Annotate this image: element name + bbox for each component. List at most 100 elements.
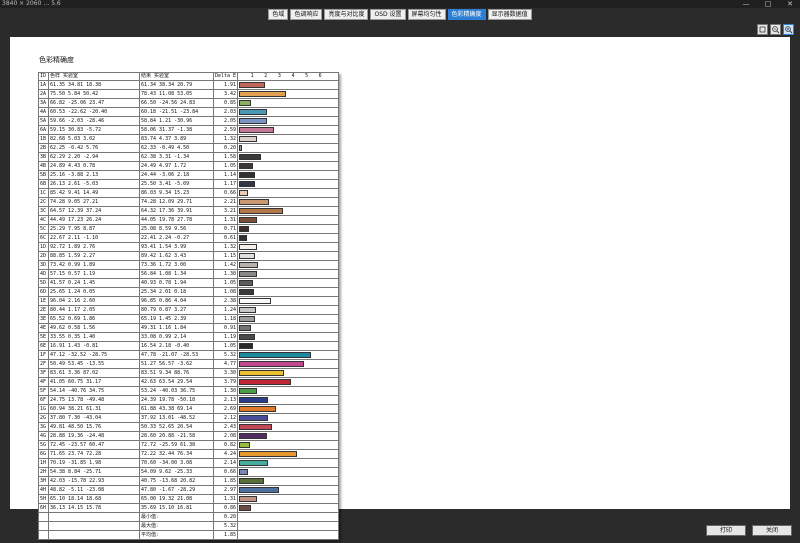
patch-id: 1E xyxy=(38,296,49,306)
zoom-in-icon[interactable] xyxy=(783,24,794,35)
delta-e-bar xyxy=(239,397,269,403)
patch-id: 1F xyxy=(38,350,49,360)
delta-e-bar xyxy=(239,505,251,511)
zoom-fit-icon[interactable] xyxy=(757,24,768,35)
delta-e-value: 1.32 xyxy=(212,242,239,252)
delta-e-value: 1.05 xyxy=(212,278,239,288)
print-button[interactable]: 打印 xyxy=(706,525,746,536)
patch-id: 5E xyxy=(38,332,49,342)
summary-row: 最小值： 0.20 xyxy=(38,512,340,522)
delta-e-value: 0.86 xyxy=(212,503,239,513)
table-row: 4F 41.05 60.75 31.17 42.63 63.54 29.54 3.79 xyxy=(38,377,340,387)
delta-e-value: 3.21 xyxy=(212,206,239,216)
delta-e-bar-cell xyxy=(237,161,340,171)
measured-lab: 53.24 -40.03 36.75 xyxy=(139,386,214,396)
delta-e-bar-cell xyxy=(237,278,340,288)
patch-id: 5B xyxy=(38,170,49,180)
maximize-icon[interactable]: □ xyxy=(758,0,778,8)
measured-lab: 58.84 1.21 -30.96 xyxy=(139,116,214,126)
patch-id: 1C xyxy=(38,188,49,198)
delta-e-bar-cell xyxy=(237,305,340,315)
tab-3[interactable]: 亮度与对比度 xyxy=(324,9,369,20)
delta-e-bar-cell xyxy=(237,350,340,360)
reference-lab: 48.82 -5.11 -23.08 xyxy=(48,485,140,495)
patch-id: 5H xyxy=(38,494,49,504)
delta-e-bar xyxy=(239,127,275,133)
delta-e-bar xyxy=(239,163,254,169)
tab-6[interactable]: 色彩精确度 xyxy=(447,9,486,20)
delta-e-bar-cell xyxy=(237,431,340,441)
delta-e-bar xyxy=(239,334,256,340)
measured-lab: 62.38 3.31 -1.34 xyxy=(139,152,214,162)
delta-e-bar-cell xyxy=(237,260,340,270)
summary-label: 最小值： xyxy=(139,512,214,522)
patch-id: 5D xyxy=(38,278,49,288)
delta-e-value: 1.05 xyxy=(212,341,239,351)
delta-e-value: 2.14 xyxy=(212,458,239,468)
delta-e-bar-cell xyxy=(237,386,340,396)
reference-lab: 41.57 0.24 1.45 xyxy=(48,278,140,288)
reference-lab: 24.75 13.78 -49.48 xyxy=(48,395,140,405)
delta-e-value: 2.13 xyxy=(212,395,239,405)
delta-e-bar-cell xyxy=(237,332,340,342)
measured-lab: 40.75 -13.68 20.82 xyxy=(139,476,214,486)
tab-1[interactable]: 色域 xyxy=(268,9,289,20)
delta-e-bar-cell xyxy=(237,413,340,423)
measured-lab: 40.93 0.78 1.94 xyxy=(139,278,214,288)
delta-e-bar xyxy=(239,199,270,205)
reference-lab: 80.44 1.17 2.05 xyxy=(48,305,140,315)
measured-lab: 56.84 1.08 1.34 xyxy=(139,269,214,279)
measured-lab: 65.00 19.32 21.08 xyxy=(139,494,214,504)
delta-e-value: 2.03 xyxy=(212,107,239,117)
zoom-out-icon[interactable] xyxy=(770,24,781,35)
delta-e-bar xyxy=(239,208,283,214)
measured-lab: 42.63 63.54 29.54 xyxy=(139,377,214,387)
reference-lab: 25.16 -3.88 2.13 xyxy=(48,170,140,180)
delta-e-bar xyxy=(239,262,259,268)
patch-id: 2A xyxy=(38,89,49,99)
patch-id: 5G xyxy=(38,440,49,450)
delta-e-value: 1.30 xyxy=(212,386,239,396)
minimize-icon[interactable]: — xyxy=(736,0,756,8)
table-row: 2F 50.49 53.45 -13.55 51.27 56.57 -3.62 4.7… xyxy=(38,359,340,369)
reference-lab: 92.72 1.89 2.76 xyxy=(48,242,140,252)
tab-2[interactable]: 色调响应 xyxy=(290,9,323,20)
measured-lab: 74.28 12.09 29.71 xyxy=(139,197,214,207)
table-row: 1C 85.42 9.41 14.49 86.03 9.34 15.23 0.66 xyxy=(38,188,340,198)
measured-lab: 78.43 11.08 53.05 xyxy=(139,89,214,99)
patch-id: 5A xyxy=(38,116,49,126)
delta-e-value: 2.97 xyxy=(212,485,239,495)
tab-5[interactable]: 屏幕均匀性 xyxy=(407,9,446,20)
summary-blank xyxy=(38,521,49,531)
patch-id: 1G xyxy=(38,404,49,414)
tab-4[interactable]: OSD 设置 xyxy=(370,9,406,20)
reference-lab: 24.89 4.43 0.78 xyxy=(48,161,140,171)
delta-e-bar xyxy=(239,406,276,412)
patch-id: 4F xyxy=(38,377,49,387)
close-button[interactable]: 关闭 xyxy=(752,525,792,536)
measured-lab: 89.42 1.62 3.43 xyxy=(139,251,214,261)
tab-7[interactable]: 显示器数据值 xyxy=(487,9,532,20)
patch-id: 2E xyxy=(38,305,49,315)
close-icon[interactable]: ✕ xyxy=(780,0,800,8)
reference-lab: 71.65 23.74 72.28 xyxy=(48,449,140,459)
reference-lab: 47.12 -32.52 -28.75 xyxy=(48,350,140,360)
delta-e-bar-cell xyxy=(237,449,340,459)
delta-e-bar xyxy=(239,136,258,142)
delta-e-value: 3.42 xyxy=(212,89,239,99)
delta-e-bar xyxy=(239,487,280,493)
patch-id: 4B xyxy=(38,161,49,171)
delta-e-bar xyxy=(239,145,242,151)
patch-id: 2G xyxy=(38,413,49,423)
delta-e-bar-cell xyxy=(237,80,340,90)
reference-lab: 70.19 -31.85 1.98 xyxy=(48,458,140,468)
patch-id: 4A xyxy=(38,107,49,117)
delta-e-value: 1.91 xyxy=(212,80,239,90)
table-row: 2E 80.44 1.17 2.05 80.79 0.87 3.27 1.24 xyxy=(38,305,340,315)
measured-lab: 47.78 -21.07 -28.53 xyxy=(139,350,214,360)
measured-lab: 28.60 20.88 -21.58 xyxy=(139,431,214,441)
measured-lab: 25.50 3.41 -5.09 xyxy=(139,179,214,189)
reference-lab: 54.14 -40.76 34.75 xyxy=(48,386,140,396)
patch-id: 4G xyxy=(38,431,49,441)
delta-e-bar xyxy=(239,91,286,97)
